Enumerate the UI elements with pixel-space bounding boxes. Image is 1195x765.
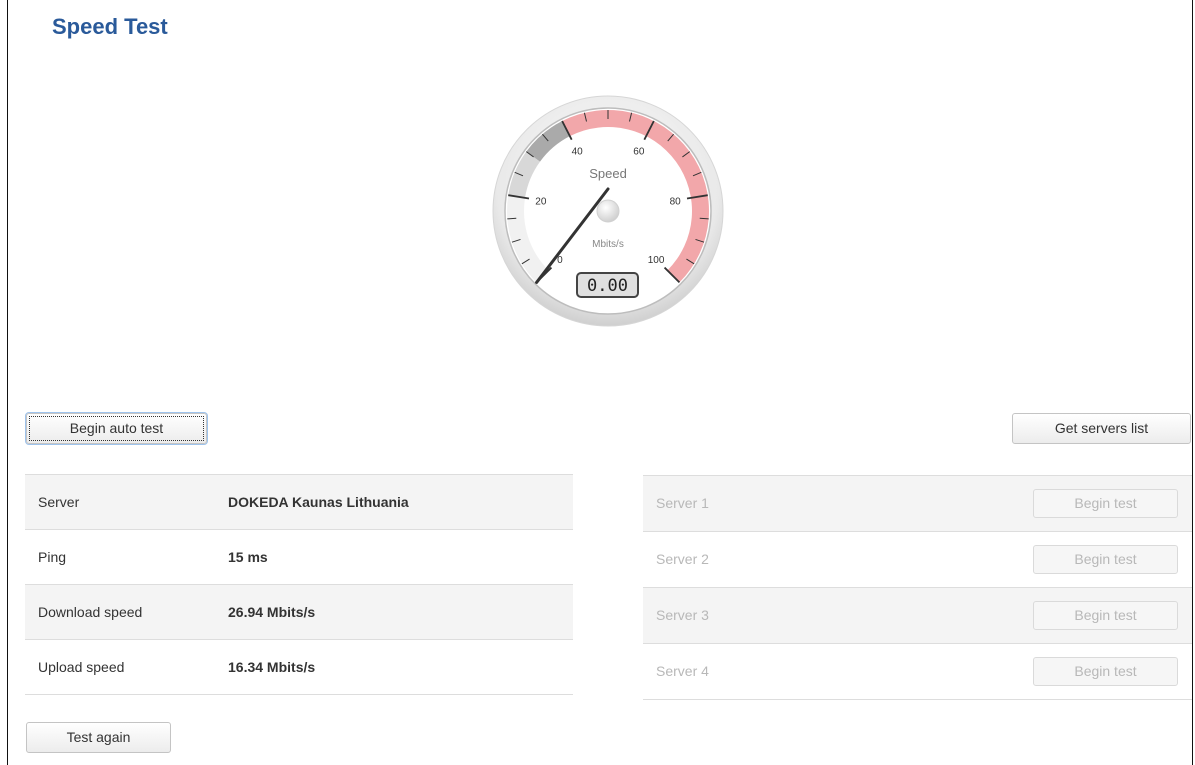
result-row-ping: Ping 15 ms — [25, 530, 573, 585]
get-servers-list-button[interactable]: Get servers list — [1012, 413, 1191, 444]
begin-test-button[interactable]: Begin test — [1033, 657, 1178, 686]
gauge-minor-tick — [507, 217, 517, 220]
speed-gauge-svg: 02040 6080100 Speed Mbits/s 0.00 — [492, 95, 724, 327]
test-again-button[interactable]: Test again — [26, 722, 171, 753]
result-value: 16.34 Mbits/s — [228, 659, 316, 675]
server-name: Server 3 — [656, 607, 709, 623]
gauge-tick-label: 80 — [670, 196, 682, 207]
results-table: Server DOKEDA Kaunas Lithuania Ping 15 m… — [25, 474, 573, 695]
gauge-tick-label: 100 — [648, 255, 665, 266]
gauge-units: Mbits/s — [592, 239, 624, 250]
gauge-title: Speed — [589, 166, 627, 181]
gauge-hub — [596, 199, 620, 223]
result-row-upload: Upload speed 16.34 Mbits/s — [25, 640, 573, 695]
server-row: Server 1 Begin test — [643, 476, 1192, 532]
begin-test-button[interactable]: Begin test — [1033, 545, 1178, 574]
begin-test-button[interactable]: Begin test — [1033, 601, 1178, 630]
result-row-server: Server DOKEDA Kaunas Lithuania — [25, 475, 573, 530]
begin-test-button[interactable]: Begin test — [1033, 489, 1178, 518]
result-label: Ping — [38, 549, 67, 565]
result-value: 15 ms — [228, 549, 268, 565]
gauge-readout: 0.00 — [587, 276, 628, 296]
gauge-tick-label: 20 — [535, 196, 547, 207]
result-label: Server — [38, 494, 80, 510]
gauge-tick-label: 60 — [633, 146, 645, 157]
gauge-tick-label: 40 — [572, 146, 584, 157]
begin-auto-test-button[interactable]: Begin auto test — [26, 413, 207, 444]
result-label: Download speed — [38, 604, 143, 620]
server-name: Server 2 — [656, 551, 709, 567]
server-name: Server 1 — [656, 495, 709, 511]
result-label: Upload speed — [38, 659, 125, 675]
server-name: Server 4 — [656, 663, 709, 679]
result-value: DOKEDA Kaunas Lithuania — [228, 494, 409, 510]
server-row: Server 2 Begin test — [643, 532, 1192, 588]
server-row: Server 3 Begin test — [643, 588, 1192, 644]
result-value: 26.94 Mbits/s — [228, 604, 316, 620]
page-title: Speed Test — [52, 14, 168, 39]
speed-gauge: 0 20 40 60 80 100 Speed Mbits/s 0.00 — [490, 93, 726, 329]
servers-list: Server 1 Begin test Server 2 Begin test … — [643, 475, 1192, 700]
result-row-download: Download speed 26.94 Mbits/s — [25, 585, 573, 640]
server-row: Server 4 Begin test — [643, 644, 1192, 700]
gauge-minor-tick — [699, 217, 709, 220]
